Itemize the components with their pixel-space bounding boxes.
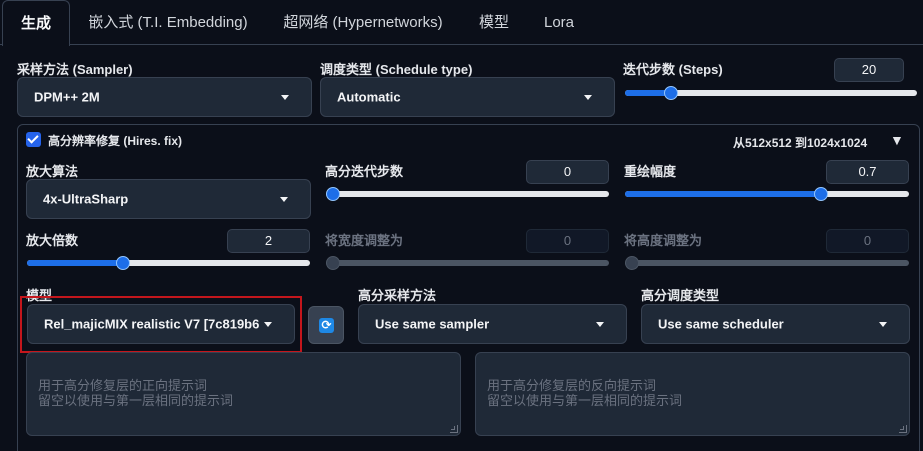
sampler-dropdown[interactable]: DPM++ 2M (17, 77, 312, 117)
upscaler-value: 4x-UltraSharp (43, 191, 129, 207)
resize-grip-icon[interactable] (450, 425, 458, 433)
hires-scheduler-value: Use same scheduler (658, 316, 784, 332)
upscale-by-slider[interactable] (27, 255, 310, 271)
hires-steps-slider[interactable] (326, 186, 609, 202)
schedule-type-label: 调度类型 (Schedule type) (320, 62, 473, 77)
slider-thumb[interactable] (814, 187, 828, 201)
slider-thumb[interactable] (115, 256, 130, 270)
hires-fix-label: 高分辨率修复 (Hires. fix) (48, 134, 183, 148)
hires-negative-prompt-input[interactable]: 用于高分修复层的反向提示词 留空以使用与第一层相同的提示词 (475, 352, 910, 436)
resize-height-slider[interactable] (625, 255, 909, 271)
tab-lora[interactable]: Lora (532, 0, 586, 45)
positive-prompt-placeholder: 用于高分修复层的正向提示词 留空以使用与第一层相同的提示词 (38, 378, 234, 408)
schedule-type-dropdown[interactable]: Automatic (320, 77, 615, 117)
resize-width-slider[interactable] (326, 255, 609, 271)
slider-thumb[interactable] (326, 256, 340, 270)
slider-thumb[interactable] (326, 187, 340, 201)
upscale-by-input[interactable]: 2 (227, 229, 310, 253)
tab-generate[interactable]: 生成 (2, 0, 70, 46)
denoising-input[interactable]: 0.7 (826, 160, 909, 184)
upscale-by-label: 放大倍数 (26, 233, 79, 248)
resize-height-label: 将高度调整为 (624, 233, 703, 248)
denoising-label: 重绘幅度 (624, 164, 677, 179)
steps-slider[interactable] (625, 85, 917, 101)
hires-sampler-dropdown[interactable]: Use same sampler (358, 304, 627, 344)
upscaler-label: 放大算法 (26, 164, 79, 179)
upscaler-dropdown[interactable]: 4x-UltraSharp (26, 179, 311, 219)
hires-scheduler-label: 高分调度类型 (641, 288, 720, 303)
negative-prompt-placeholder: 用于高分修复层的反向提示词 留空以使用与第一层相同的提示词 (487, 378, 683, 408)
hires-steps-input[interactable]: 0 (526, 160, 609, 184)
resize-width-label: 将宽度调整为 (325, 233, 404, 248)
resize-width-input[interactable]: 0 (526, 229, 609, 253)
schedule-type-value: Automatic (337, 89, 401, 105)
hires-sampler-value: Use same sampler (375, 316, 490, 332)
collapse-triangle-icon[interactable]: ▼ (890, 132, 904, 148)
chevron-down-icon (281, 95, 289, 100)
sampler-label: 采样方法 (Sampler) (17, 62, 133, 77)
refresh-button[interactable]: ⟳ (308, 306, 344, 344)
hires-fix-checkbox[interactable] (26, 132, 41, 147)
tab-models[interactable]: 模型 (470, 0, 518, 45)
chevron-down-icon (280, 197, 288, 202)
resize-height-input[interactable]: 0 (826, 229, 909, 253)
hires-steps-label: 高分迭代步数 (325, 164, 404, 179)
chevron-down-icon (879, 322, 887, 327)
tab-hypernetworks[interactable]: 超网络 (Hypernetworks) (270, 0, 456, 45)
steps-input[interactable]: 20 (834, 58, 904, 82)
resize-grip-icon[interactable] (899, 425, 907, 433)
hires-size-summary: 从512x512 到1024x1024 (733, 136, 868, 150)
hires-sampler-label: 高分采样方法 (358, 288, 437, 303)
slider-thumb[interactable] (625, 256, 639, 270)
tab-divider (0, 44, 923, 45)
chevron-down-icon (584, 95, 592, 100)
tab-embedding[interactable]: 嵌入式 (T.I. Embedding) (78, 0, 258, 45)
denoising-slider[interactable] (625, 186, 909, 202)
chevron-down-icon (596, 322, 604, 327)
hires-positive-prompt-input[interactable]: 用于高分修复层的正向提示词 留空以使用与第一层相同的提示词 (26, 352, 461, 436)
sampler-value: DPM++ 2M (34, 89, 100, 105)
highlight-box (20, 296, 302, 353)
tab-bar: 生成 嵌入式 (T.I. Embedding) 超网络 (Hypernetwor… (0, 0, 923, 46)
slider-thumb[interactable] (663, 86, 678, 100)
hires-scheduler-dropdown[interactable]: Use same scheduler (641, 304, 910, 344)
refresh-icon: ⟳ (319, 318, 334, 333)
steps-label: 迭代步数 (Steps) (623, 62, 723, 77)
